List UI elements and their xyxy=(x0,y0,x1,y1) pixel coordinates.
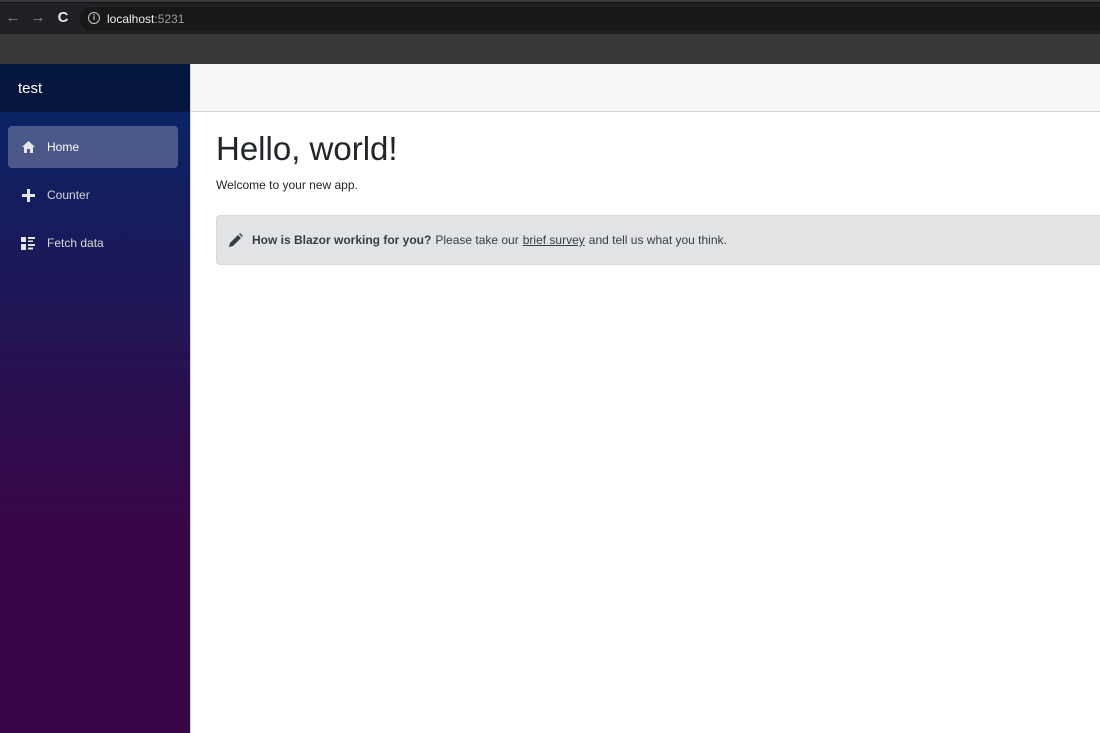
sidebar: test Home Counter Fetch data xyxy=(0,64,190,733)
survey-link[interactable]: brief survey xyxy=(523,233,585,247)
survey-prompt: How is Blazor working for you? Please ta… xyxy=(216,215,1100,265)
home-icon xyxy=(21,140,35,154)
survey-suffix: and tell us what you think. xyxy=(588,233,727,247)
welcome-text: Welcome to your new app. xyxy=(216,178,358,192)
sidebar-divider xyxy=(190,64,191,733)
nav-item-label: Counter xyxy=(47,188,90,202)
page-title: Hello, world! xyxy=(216,130,398,167)
survey-question: How is Blazor working for you? xyxy=(252,233,432,247)
nav-item-home[interactable]: Home xyxy=(8,126,178,168)
plus-icon xyxy=(21,188,35,202)
main-content: Hello, world! Welcome to your new app. H… xyxy=(216,130,1100,265)
address-bar[interactable]: i localhost:5231 xyxy=(80,7,1100,31)
url-port: :5231 xyxy=(154,12,185,26)
brand-bar: test xyxy=(0,64,190,112)
top-row xyxy=(191,64,1100,112)
url-host: localhost xyxy=(107,12,155,26)
nav-menu: Home Counter Fetch data xyxy=(0,112,190,264)
info-icon[interactable]: i xyxy=(88,12,100,24)
forward-arrow-icon[interactable]: → xyxy=(29,9,47,27)
browser-chrome: ← → C i localhost:5231 xyxy=(0,0,1100,64)
browser-toolbar: ← → C i localhost:5231 xyxy=(0,2,1100,34)
survey-prefix: Please take our xyxy=(435,233,519,247)
brand-link[interactable]: test xyxy=(18,80,42,97)
url-text[interactable]: localhost:5231 xyxy=(107,12,184,26)
nav-item-counter[interactable]: Counter xyxy=(8,174,178,216)
back-arrow-icon[interactable]: ← xyxy=(4,9,22,27)
nav-item-fetch-data[interactable]: Fetch data xyxy=(8,222,178,264)
reload-icon[interactable]: C xyxy=(54,9,72,27)
list-rich-icon xyxy=(21,236,35,250)
nav-item-label: Home xyxy=(47,140,80,154)
pencil-icon xyxy=(229,233,243,247)
nav-item-label: Fetch data xyxy=(47,236,104,250)
